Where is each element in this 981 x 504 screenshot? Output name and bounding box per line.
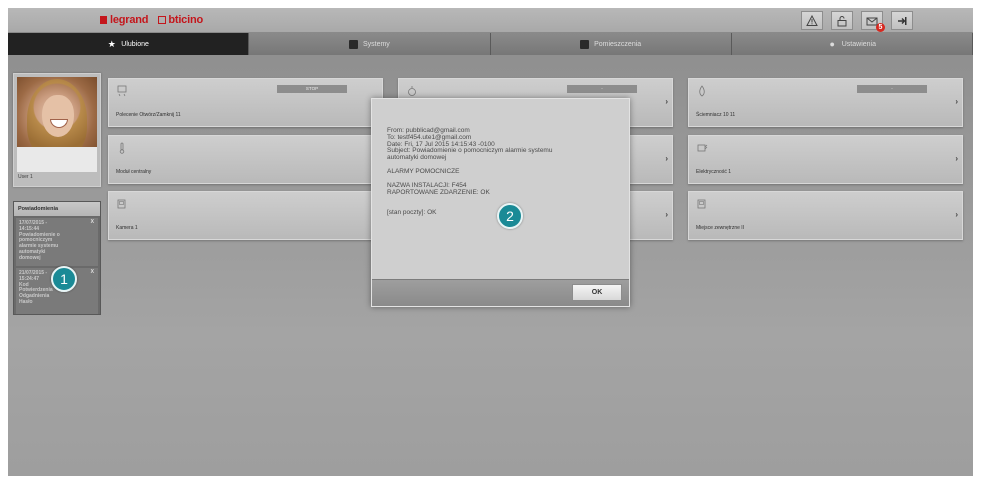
notifications-title: Powiadomienia [14, 202, 100, 216]
tab-systems[interactable]: Systemy [249, 33, 491, 55]
dimmer-icon [699, 85, 705, 97]
device-tile-central[interactable]: Moduł centralny › [108, 135, 383, 184]
exit-icon[interactable] [891, 11, 913, 30]
plug-icon [697, 144, 708, 152]
dialog-footer: OK [372, 279, 629, 306]
device-tile-outdoor[interactable]: Miejsce zewnętrzne II › [688, 191, 963, 240]
tile-name: Ściemniacz 10 11 [696, 112, 736, 118]
star-icon: ★ [107, 38, 116, 49]
chevron-right-icon: › [955, 210, 958, 219]
tile-status: - [567, 85, 637, 93]
tab-favorites[interactable]: ★ Ulubione [8, 33, 250, 55]
alarm-title: ALARMY POMOCNICZE [387, 167, 460, 175]
shutter-icon [117, 85, 127, 97]
camera-icon [117, 199, 126, 209]
callout-1: 1 [51, 266, 77, 292]
app-frame: legrand bticino 5 ★ Ulubione Systemy Pom… [8, 8, 973, 476]
alert-icon[interactable] [801, 11, 823, 30]
camera-icon [697, 199, 706, 209]
reported-event: RAPORTOWANE ZDARZENIE: OK [387, 188, 490, 196]
top-bar: legrand bticino 5 [8, 8, 973, 33]
tile-name: Miejsce zewnętrzne II [696, 225, 745, 231]
tile-name: Kamera 1 [116, 225, 138, 231]
avatar [17, 77, 97, 172]
systems-icon [348, 39, 358, 49]
tile-name: Elektryczność 1 [696, 169, 732, 175]
main-tabs: ★ Ulubione Systemy Pomieszczenia ● Ustaw… [8, 33, 973, 55]
legrand-logo: legrand [100, 14, 149, 26]
tile-status: - [857, 85, 927, 93]
tile-status: STOP [277, 85, 347, 93]
notification-item[interactable]: 17/07/2015 - 14:15:44 Powiadomienie o po… [16, 218, 98, 266]
user-card[interactable]: User 1 [13, 73, 101, 187]
tile-name: Polecenie Otwórz/Zamknij 11 [116, 112, 181, 118]
chevron-right-icon: › [665, 154, 668, 163]
device-tile-dimmer[interactable]: - Ściemniacz 10 11 › [688, 78, 963, 127]
chevron-right-icon: › [955, 97, 958, 106]
email-subject-cont: automatyki domowej [387, 154, 447, 162]
light-icon [408, 86, 416, 96]
tile-name: Moduł centralny [116, 169, 152, 175]
chevron-right-icon: › [665, 97, 668, 106]
tab-settings[interactable]: ● Ustawienia [731, 33, 973, 55]
chevron-right-icon: › [955, 154, 958, 163]
email-dialog: From: pubblicad@gmail.com To: testf454.u… [371, 98, 630, 307]
device-tile-camera[interactable]: Kamera 1 › [108, 191, 383, 240]
ok-button[interactable]: OK [572, 284, 622, 301]
settings-icon: ● [829, 39, 835, 49]
chevron-right-icon: › [665, 210, 668, 219]
device-tile-shutter[interactable]: STOP Polecenie Otwórz/Zamknij 11 › [108, 78, 383, 127]
brand-logo: legrand bticino [100, 14, 203, 26]
close-icon[interactable]: X [91, 269, 94, 276]
tab-rooms[interactable]: Pomieszczenia [490, 33, 732, 55]
mail-icon[interactable]: 5 [861, 11, 885, 32]
callout-2: 2 [497, 203, 523, 229]
notifications-panel: Powiadomienia 17/07/2015 - 14:15:44 Powi… [13, 201, 101, 315]
user-name: User 1 [18, 174, 33, 180]
mail-badge: 5 [876, 23, 885, 32]
bticino-logo: bticino [158, 14, 203, 26]
thermometer-icon [119, 142, 125, 154]
close-icon[interactable]: X [91, 219, 94, 226]
device-tile-electricity[interactable]: Elektryczność 1 › [688, 135, 963, 184]
lock-icon[interactable] [831, 11, 853, 30]
rooms-icon [580, 39, 590, 49]
email-content: From: pubblicad@gmail.com To: testf454.u… [387, 127, 609, 217]
